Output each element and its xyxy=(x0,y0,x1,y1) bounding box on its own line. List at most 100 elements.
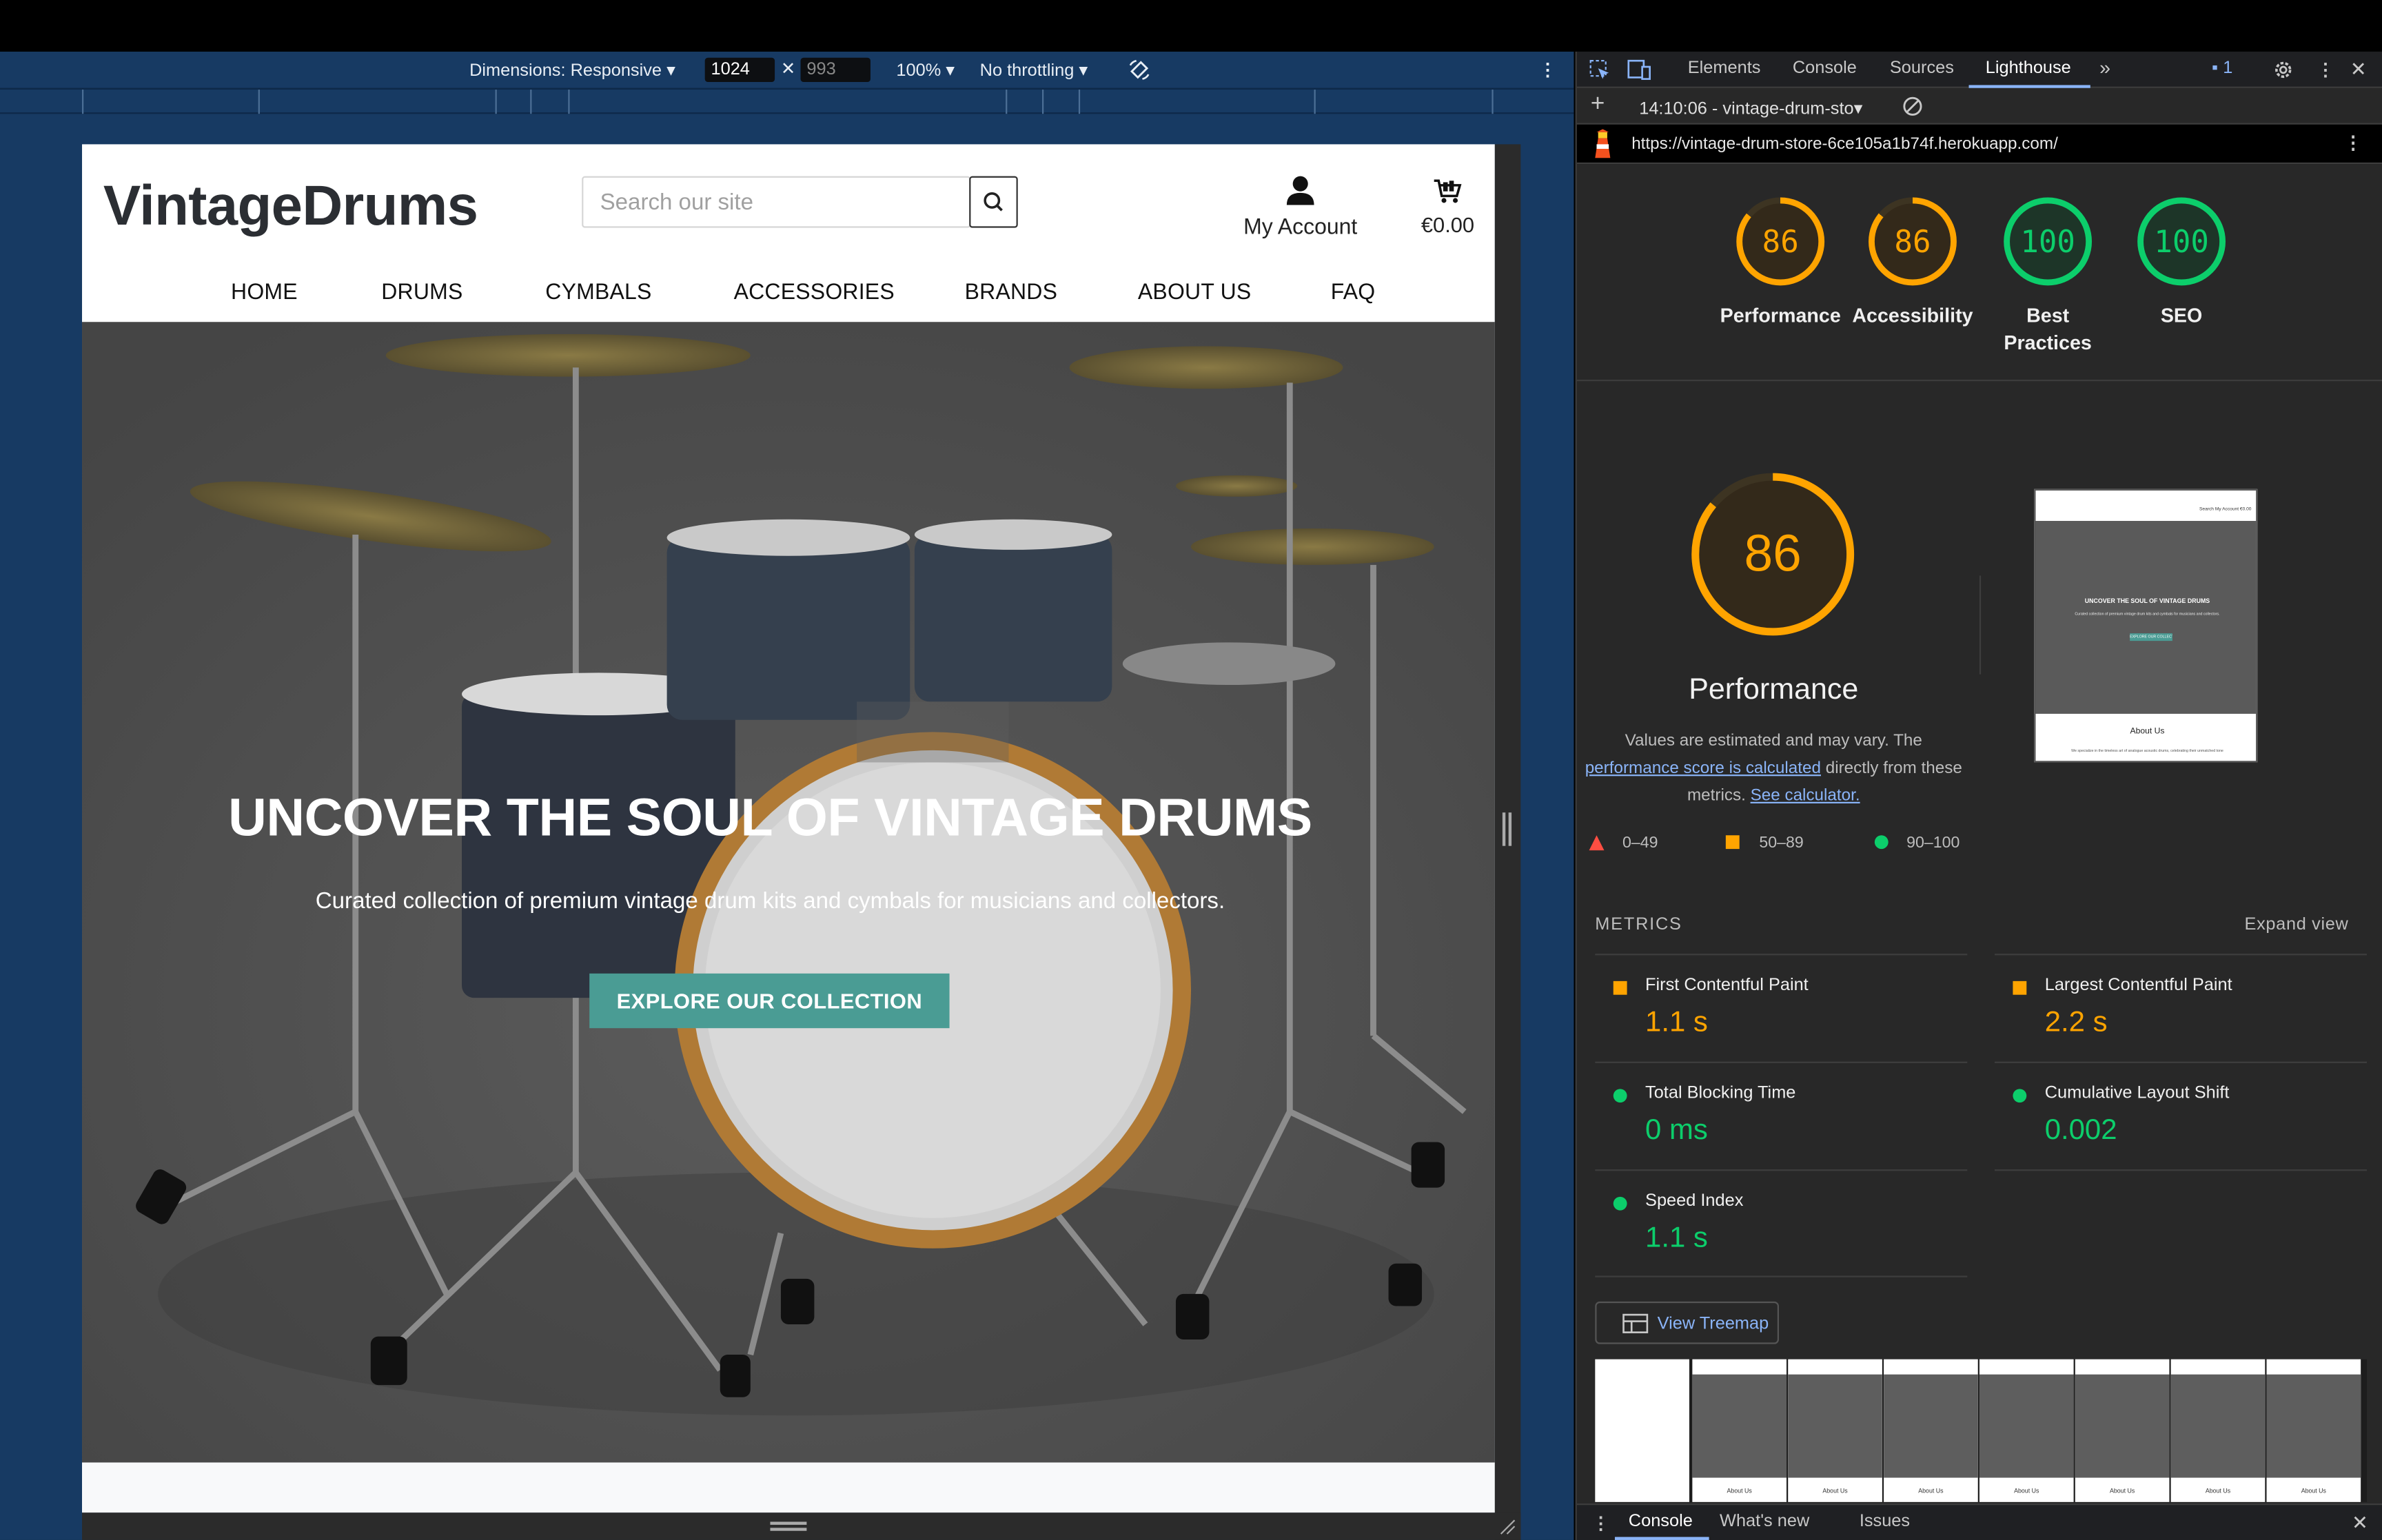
thumb-nav: Search My Account €0.00 xyxy=(2199,505,2252,512)
nav-item-accessories[interactable]: ACCESSORIES xyxy=(734,281,895,305)
tab-sources[interactable]: Sources xyxy=(1890,59,1954,77)
note-text: Values are estimated and may vary. The xyxy=(1625,732,1922,750)
thumb-section-title: About Us xyxy=(2130,727,2165,737)
gauge-label: SEO xyxy=(2160,303,2203,327)
height-input[interactable]: 993 xyxy=(800,57,871,83)
close-devtools-icon[interactable]: ✕ xyxy=(2350,58,2367,82)
thumb-hero-subtitle: Curated collection of premium vintage dr… xyxy=(2075,612,2220,617)
filmstrip-frame: About Us xyxy=(2170,1359,2266,1502)
devtools-menu-icon[interactable]: ⋮ xyxy=(2317,59,2334,80)
drawer-tab-console[interactable]: Console xyxy=(1629,1512,1693,1530)
issues-count: 1 xyxy=(2223,59,2233,78)
nav-item-cymbals[interactable]: CYMBALS xyxy=(545,281,651,305)
filmstrip-frame: About Us xyxy=(2075,1359,2170,1502)
treemap-label: View Treemap xyxy=(1657,1315,1769,1334)
divider xyxy=(1576,380,2382,382)
treemap-icon xyxy=(1622,1313,1649,1333)
score-gauge-performance[interactable]: 86 Performance xyxy=(1713,197,1847,330)
drawer-menu-icon[interactable]: ⋮ xyxy=(1592,1512,1609,1534)
search-button[interactable] xyxy=(969,176,1018,228)
metric-value: 2.2 s xyxy=(2044,1007,2108,1039)
thumb-hero-button: EXPLORE OUR COLLECTION xyxy=(2130,633,2172,641)
pass-circle-icon xyxy=(1874,835,1889,850)
gauge-label: Performance xyxy=(1720,303,1841,327)
dimensions-dropdown[interactable]: Dimensions: Responsive ▾ xyxy=(469,59,675,80)
metric-value: 1.1 s xyxy=(1645,1222,1708,1255)
more-tabs-icon[interactable]: » xyxy=(2099,57,2110,79)
drawer-tab-issues[interactable]: Issues xyxy=(1860,1512,1910,1530)
nav-item-home[interactable]: HOME xyxy=(231,281,298,305)
clear-reports-icon[interactable] xyxy=(1902,96,1924,117)
metrics-heading: METRICS xyxy=(1595,916,1682,934)
metric-cumulative-layout-shift: Cumulative Layout Shift 0.002 xyxy=(1994,1061,2367,1169)
see-calculator-link[interactable]: See calculator. xyxy=(1751,787,1860,805)
report-select[interactable]: 14:10:06 - vintage-drum-sto▾ xyxy=(1639,97,1862,119)
filmstrip: About Us About Us About Us About Us Abou… xyxy=(1595,1359,2367,1502)
lighthouse-logo-icon xyxy=(1595,129,1611,158)
resize-corner-icon[interactable] xyxy=(1498,1517,1516,1535)
cart-total: €0.00 xyxy=(1421,212,1475,237)
metric-first-contentful-paint: First Contentful Paint 1.1 s xyxy=(1595,954,1968,1061)
throttling-dropdown[interactable]: No throttling ▾ xyxy=(979,59,1088,81)
score-calculated-link[interactable]: performance score is calculated xyxy=(1585,759,1821,777)
cart-icon xyxy=(1434,179,1462,203)
inspect-element-icon[interactable] xyxy=(1589,59,1610,81)
filmstrip-frame: About Us xyxy=(2266,1359,2361,1502)
score-gauge-best-practices[interactable]: 100 Best Practices xyxy=(1979,197,2116,357)
explore-collection-button[interactable]: EXPLORE OUR COLLECTION xyxy=(589,973,950,1029)
nav-item-about-us[interactable]: ABOUT US xyxy=(1138,281,1252,305)
devtools-panel: Elements Console Sources Lighthouse » ▪ … xyxy=(1575,51,2382,1540)
report-menu-icon[interactable]: ⋮ xyxy=(2344,132,2362,154)
tab-elements[interactable]: Elements xyxy=(1688,59,1761,77)
close-drawer-icon[interactable]: ✕ xyxy=(2352,1511,2368,1535)
hero-section: UNCOVER THE SOUL OF VINTAGE DRUMS Curate… xyxy=(82,322,1495,1463)
search-input[interactable] xyxy=(582,176,971,228)
view-treemap-button[interactable]: View Treemap xyxy=(1595,1301,1780,1344)
report-url-bar: https://vintage-drum-store-6ce105a1b74f.… xyxy=(1576,124,2382,165)
final-screenshot-thumbnail[interactable]: Search My Account €0.00 UNCOVER THE SOUL… xyxy=(2034,489,2258,763)
viewport-resize-handle-right[interactable] xyxy=(1494,144,1521,1540)
more-options-icon[interactable]: ⋮ xyxy=(1539,59,1556,80)
gauge-score: 86 xyxy=(1894,223,1931,260)
nav-item-drums[interactable]: DRUMS xyxy=(381,281,462,305)
zoom-dropdown[interactable]: 100% ▾ xyxy=(896,59,955,81)
throttling-label: No throttling xyxy=(979,62,1075,81)
width-input[interactable]: 1024 xyxy=(704,57,775,83)
drawer-tab-whats-new[interactable]: What's new xyxy=(1720,1512,1809,1530)
search-icon xyxy=(984,192,1003,212)
media-query-ruler xyxy=(0,88,1574,114)
hero-subtitle: Curated collection of premium vintage dr… xyxy=(315,888,1225,914)
performance-title: Performance xyxy=(1689,673,1859,706)
filmstrip-frame: About Us xyxy=(1788,1359,1882,1502)
gauge-ring: 100 xyxy=(2137,197,2226,286)
nav-item-brands[interactable]: BRANDS xyxy=(965,281,1058,305)
rotate-icon[interactable] xyxy=(1127,58,1151,82)
divider xyxy=(1994,1169,2367,1171)
expand-view-toggle[interactable]: Expand view xyxy=(2245,916,2349,934)
report-select-label: 14:10:06 - vintage-drum-sto xyxy=(1639,100,1854,119)
issues-badge[interactable]: ▪ 1 xyxy=(2212,59,2232,77)
site-logo[interactable]: VintageDrums xyxy=(103,174,478,238)
account-link[interactable]: My Account xyxy=(1230,174,1370,240)
hero-title: UNCOVER THE SOUL OF VINTAGE DRUMS xyxy=(228,788,1312,848)
cart-link[interactable]: €0.00 xyxy=(1409,178,1485,237)
tab-console[interactable]: Console xyxy=(1793,59,1857,77)
report-url[interactable]: https://vintage-drum-store-6ce105a1b74f.… xyxy=(1631,135,2058,153)
nav-item-faq[interactable]: FAQ xyxy=(1331,281,1376,305)
legend-pass-range: 90–100 xyxy=(1906,834,1960,852)
settings-gear-icon[interactable] xyxy=(2272,59,2294,81)
new-report-icon[interactable]: + xyxy=(1591,91,1605,119)
drawer-active-indicator xyxy=(1614,1537,1709,1540)
filmstrip-frame: About Us xyxy=(1692,1359,1787,1502)
thumb-hero-title: UNCOVER THE SOUL OF VINTAGE DRUMS xyxy=(2084,597,2210,605)
zoom-label: 100% xyxy=(896,62,941,81)
gauge-label: Accessibility xyxy=(1852,303,1973,327)
tab-lighthouse[interactable]: Lighthouse xyxy=(1986,59,2071,77)
viewport-resize-handle-bottom[interactable] xyxy=(82,1512,1521,1540)
metric-largest-contentful-paint: Largest Contentful Paint 2.2 s xyxy=(1994,954,2367,1061)
score-gauge-seo[interactable]: 100 SEO xyxy=(2115,197,2248,330)
score-gauge-accessibility[interactable]: 86 Accessibility xyxy=(1846,197,1979,330)
device-toggle-icon[interactable] xyxy=(1627,59,1651,81)
gauge-score: 100 xyxy=(2020,223,2075,260)
average-square-icon xyxy=(1613,981,1627,995)
